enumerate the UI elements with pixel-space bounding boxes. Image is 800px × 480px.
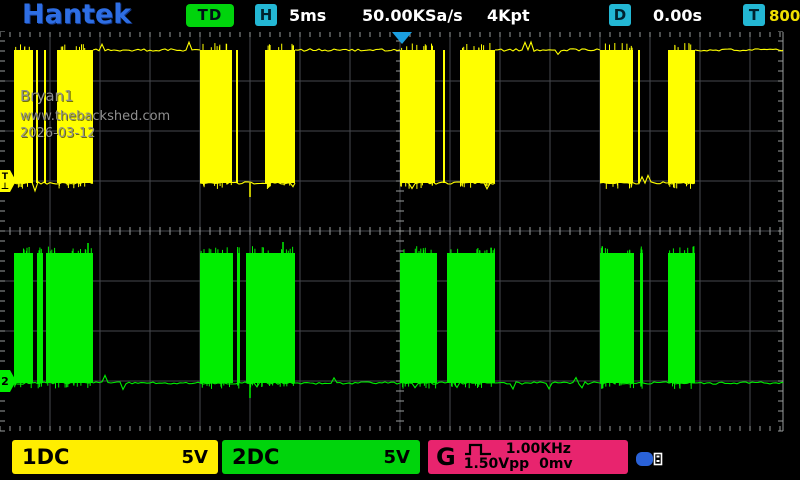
timebase-value: 5ms bbox=[289, 6, 326, 25]
status-bar: Hantek TD H 5ms 50.00KSa/s 4Kpt D 0.00s … bbox=[0, 0, 800, 31]
svg-text:T: T bbox=[2, 172, 9, 182]
square-wave-icon bbox=[464, 443, 492, 456]
sample-rate-value: 50.00KSa/s bbox=[362, 6, 463, 25]
generator-vpp: 1.50Vpp bbox=[464, 457, 529, 472]
ch2-level-marker[interactable]: 2 bbox=[0, 370, 16, 392]
generator-frequency: 1.00KHz bbox=[506, 442, 571, 457]
svg-text:2: 2 bbox=[1, 375, 9, 388]
ch2-settings-button[interactable]: 2DC 5V bbox=[222, 440, 420, 474]
watermark-date: 2026-03-12 bbox=[20, 127, 170, 141]
acquisition-mode-badge[interactable]: TD bbox=[186, 4, 234, 27]
delay-badge[interactable]: D bbox=[609, 4, 631, 26]
generator-readout: 1.00KHz 1.50Vpp 0mv bbox=[464, 442, 573, 472]
watermark-username: Bryan1 bbox=[20, 88, 170, 105]
ch1-settings-button[interactable]: 1DC 5V bbox=[12, 440, 218, 474]
ch2-trace bbox=[14, 242, 783, 398]
trigger-badge[interactable]: T bbox=[743, 4, 765, 26]
trigger-position-marker[interactable] bbox=[392, 32, 412, 44]
signal-generator-button[interactable]: G 1.00KHz 1.50Vpp 0mv bbox=[428, 440, 628, 474]
generator-offset: 0mv bbox=[539, 457, 572, 472]
horizontal-badge[interactable]: H bbox=[255, 4, 277, 26]
generator-label: G bbox=[436, 443, 456, 471]
horizontal-offset-value: 0.00s bbox=[653, 6, 702, 25]
svg-text:⊥: ⊥ bbox=[1, 182, 9, 192]
hantek-logo: Hantek bbox=[22, 0, 131, 30]
ch1-coupling-label: 1DC bbox=[22, 445, 69, 469]
ch1-volts-per-div: 5V bbox=[182, 447, 208, 468]
trigger-level-value: 800mV bbox=[769, 7, 800, 25]
usb-device-icon bbox=[636, 449, 666, 469]
channel-bar: 1DC 5V 2DC 5V G 1.00KHz 1.50Vpp 0mv bbox=[0, 437, 800, 480]
ch1-level-marker[interactable]: T⊥ bbox=[0, 170, 16, 192]
watermark-url: www.thebackshed.com bbox=[20, 110, 170, 124]
watermark: Bryan1 www.thebackshed.com 2026-03-12 bbox=[20, 88, 170, 141]
ch2-coupling-label: 2DC bbox=[232, 445, 279, 469]
ch2-volts-per-div: 5V bbox=[384, 447, 410, 468]
memory-depth-value: 4Kpt bbox=[487, 6, 530, 25]
